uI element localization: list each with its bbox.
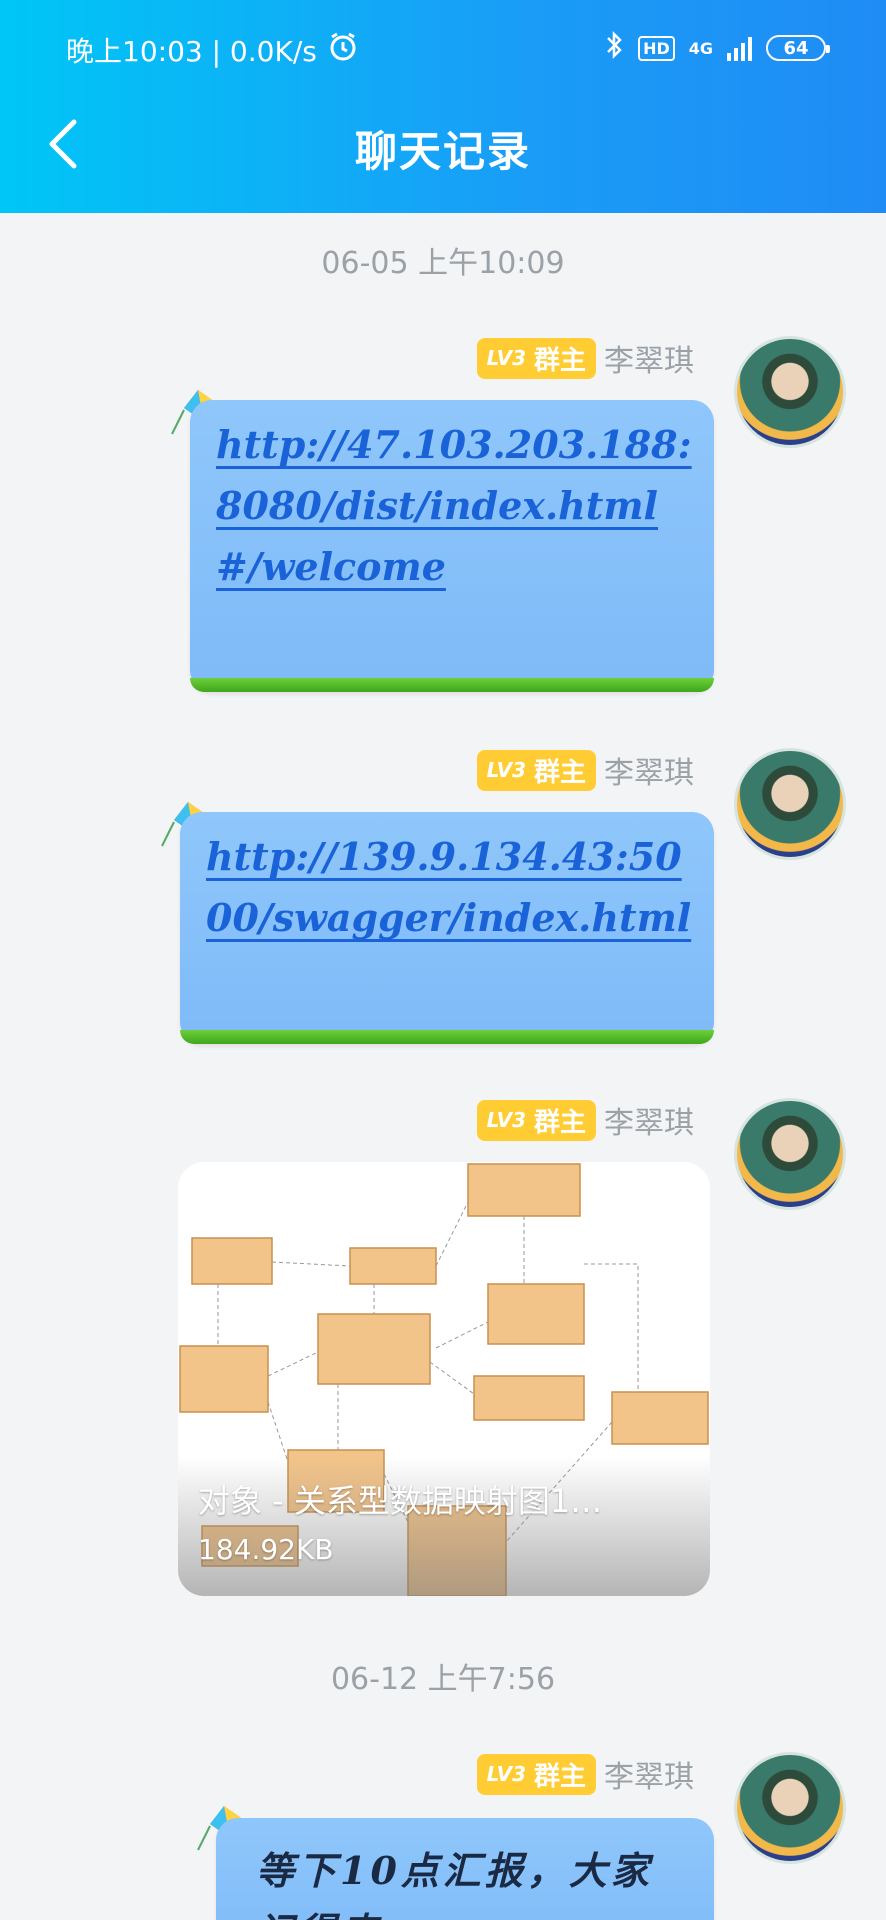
message-header: LV3 群主 李翠琪 [476, 1098, 694, 1142]
message-bubble[interactable]: 等下10点汇报，大家记得来 [216, 1818, 714, 1920]
bubble-grass-decoration [190, 678, 714, 692]
message-header: LV3 群主 李翠琪 [476, 1752, 694, 1796]
message-header: LV3 群主 李翠琪 [476, 748, 694, 792]
status-right: HD 4G 64 [604, 30, 830, 66]
bluetooth-icon [604, 30, 624, 66]
role-badge: LV3 群主 [476, 1753, 596, 1795]
avatar[interactable] [734, 336, 846, 448]
message-link[interactable]: http://47.103.203.188:8080/dist/index.ht… [216, 422, 692, 589]
sender-name: 李翠琪 [604, 344, 694, 379]
battery-icon: 64 [766, 35, 830, 61]
avatar[interactable] [734, 1098, 846, 1210]
message-bubble[interactable]: http://139.9.134.43:5000/swagger/index.h… [180, 812, 714, 1044]
message-text: 等下10点汇报，大家记得来 [256, 1848, 653, 1920]
sender-name: 李翠琪 [604, 1760, 694, 1795]
hd-indicator: HD [638, 35, 675, 61]
sender-name: 李翠琪 [604, 1106, 694, 1141]
network-type: 4G [688, 38, 713, 58]
role-badge: LV3 群主 [476, 1099, 596, 1141]
message-header: LV3 群主 李翠琪 [476, 336, 694, 380]
status-left: 晚上10:03 | 0.0K/s [66, 30, 359, 70]
timestamp: 06-05 上午10:09 [321, 246, 565, 281]
top-bar: 晚上10:03 | 0.0K/s HD 4G 64 聊天记录 [0, 0, 886, 213]
role-badge: LV3 群主 [476, 749, 596, 791]
message-bubble[interactable]: http://47.103.203.188:8080/dist/index.ht… [190, 400, 714, 692]
page-title: 聊天记录 [354, 127, 531, 176]
signal-icon [727, 35, 752, 61]
image-message[interactable]: 对象 - 关系型数据映射图1… 184.92KB [178, 1162, 710, 1596]
status-time: 晚上10:03 | 0.0K/s [66, 35, 317, 68]
avatar[interactable] [734, 748, 846, 860]
alarm-icon [327, 31, 359, 70]
timestamp: 06-12 上午7:56 [330, 1662, 556, 1697]
file-name: 对象 - 关系型数据映射图1… [198, 1482, 603, 1520]
avatar[interactable] [734, 1752, 846, 1864]
battery-level: 64 [783, 37, 809, 59]
message-link[interactable]: http://139.9.134.43:5000/swagger/index.h… [206, 834, 691, 940]
file-size: 184.92KB [198, 1533, 334, 1566]
sender-name: 李翠琪 [604, 756, 694, 791]
bubble-grass-decoration [180, 1030, 714, 1044]
role-badge: LV3 群主 [476, 337, 596, 379]
